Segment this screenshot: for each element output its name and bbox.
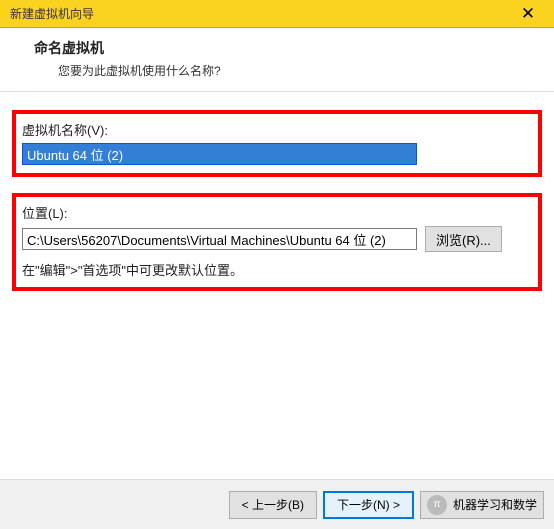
vm-name-input[interactable] (22, 143, 417, 165)
close-icon[interactable]: ✕ (508, 0, 548, 28)
wizard-subheading: 您要为此虚拟机使用什么名称? (34, 62, 538, 79)
wizard-heading: 命名虚拟机 (34, 38, 538, 58)
wizard-footer: < 上一步(B) 下一步(N) > π 机器学习和数学 (0, 479, 554, 529)
back-button[interactable]: < 上一步(B) (229, 491, 317, 519)
watermark-icon: π (427, 495, 447, 515)
vm-name-group: 虚拟机名称(V): (12, 110, 542, 177)
wizard-header: 命名虚拟机 您要为此虚拟机使用什么名称? (0, 28, 554, 92)
browse-button[interactable]: 浏览(R)... (425, 226, 502, 252)
vm-location-label: 位置(L): (22, 203, 532, 222)
next-button[interactable]: 下一步(N) > (323, 491, 414, 519)
watermark-text: 机器学习和数学 (453, 496, 537, 513)
title-bar: 新建虚拟机向导 ✕ (0, 0, 554, 28)
vm-name-label: 虚拟机名称(V): (22, 120, 532, 139)
vm-location-input[interactable] (22, 228, 417, 250)
vm-location-group: 位置(L): 浏览(R)... 在"编辑">"首选项"中可更改默认位置。 (12, 193, 542, 291)
watermark: π 机器学习和数学 (420, 491, 544, 519)
window-title: 新建虚拟机向导 (10, 5, 94, 22)
location-hint: 在"编辑">"首选项"中可更改默认位置。 (22, 260, 532, 279)
wizard-content: 虚拟机名称(V): 位置(L): 浏览(R)... 在"编辑">"首选项"中可更… (0, 92, 554, 291)
